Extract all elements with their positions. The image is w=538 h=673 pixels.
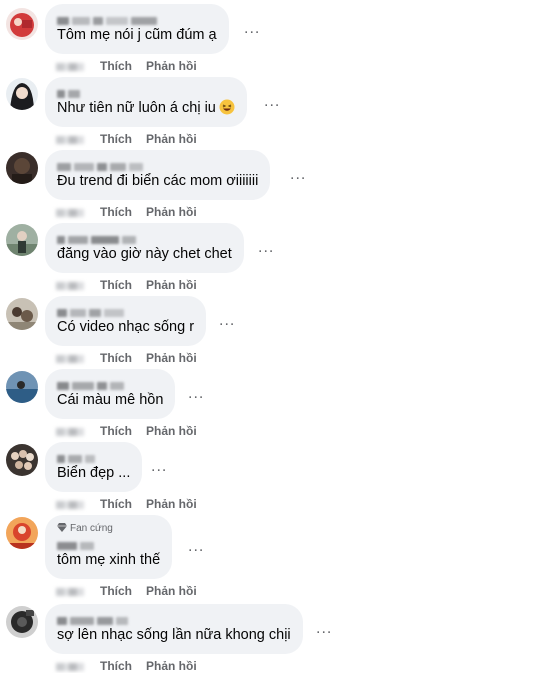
comment-text: Biển đẹp ... xyxy=(57,465,131,481)
commenter-name-redacted xyxy=(57,231,232,245)
commenter-name-redacted xyxy=(57,612,291,626)
more-options-icon[interactable]: ... xyxy=(316,621,332,637)
timestamp-redacted xyxy=(56,208,84,217)
timestamp-redacted xyxy=(56,281,84,290)
like-button[interactable]: Thích xyxy=(100,351,132,365)
comment-text: Đu trend đi biển các mom ơiiiiiii xyxy=(57,173,259,189)
comment-text: sợ lên nhạc sống lần nữa khong chịi xyxy=(57,627,291,643)
comment-bubble: sợ lên nhạc sống lần nữa khong chịi xyxy=(45,604,303,654)
comment-text-content: Như tiên nữ luôn á chị iu xyxy=(57,100,216,116)
like-button[interactable]: Thích xyxy=(100,497,132,511)
reply-button[interactable]: Phản hồi xyxy=(146,497,197,511)
diamond-icon xyxy=(57,523,67,532)
comment-actions: Thích Phản hồi xyxy=(56,424,197,438)
commenter-name-redacted xyxy=(57,85,235,99)
comment-bubble: Biển đẹp ... xyxy=(45,442,143,492)
comment-text: đăng vào giờ này chet chet xyxy=(57,246,232,262)
avatar[interactable] xyxy=(6,224,38,256)
commenter-name-redacted xyxy=(57,158,258,172)
top-fan-badge: Fan cứng xyxy=(57,523,160,535)
reply-button[interactable]: Phản hồi xyxy=(146,59,197,73)
more-options-icon[interactable]: ... xyxy=(151,459,167,475)
reply-button[interactable]: Phản hồi xyxy=(146,132,197,146)
comment-actions: Thích Phản hồi xyxy=(56,205,197,219)
more-options-icon[interactable]: ... xyxy=(188,539,204,555)
avatar[interactable] xyxy=(6,78,38,110)
comment-bubble: Tôm mẹ nói j cũm đúm ạ xyxy=(45,4,229,54)
comment-actions: Thích Phản hồi xyxy=(56,132,197,146)
more-options-icon[interactable]: ... xyxy=(244,21,260,37)
like-button[interactable]: Thích xyxy=(100,584,132,598)
comment-bubble: Như tiên nữ luôn á chị iu xyxy=(45,77,247,127)
comment-text: tôm mẹ xinh thế xyxy=(57,552,161,568)
commenter-name-redacted xyxy=(57,12,217,26)
more-options-icon[interactable]: ... xyxy=(290,167,306,183)
comment-actions: Thích Phản hồi xyxy=(56,59,197,73)
reply-button[interactable]: Phản hồi xyxy=(146,659,197,673)
more-options-icon[interactable]: ... xyxy=(219,313,235,329)
comment-bubble: Cái màu mê hồn xyxy=(45,369,176,419)
timestamp-redacted xyxy=(56,135,84,144)
commenter-name-redacted xyxy=(57,450,130,464)
more-options-icon[interactable]: ... xyxy=(258,240,274,256)
comment-actions: Thích Phản hồi xyxy=(56,278,197,292)
badge-label: Fan cứng xyxy=(70,523,113,534)
avatar[interactable] xyxy=(6,606,38,638)
reply-button[interactable]: Phản hồi xyxy=(146,351,197,365)
reply-button[interactable]: Phản hồi xyxy=(146,278,197,292)
timestamp-redacted xyxy=(56,62,84,71)
comment-bubble: Fan cứng tôm mẹ xinh thế xyxy=(45,515,173,579)
comment-actions: Thích Phản hồi xyxy=(56,659,197,673)
reply-button[interactable]: Phản hồi xyxy=(146,205,197,219)
comment-text: Như tiên nữ luôn á chị iu xyxy=(57,99,235,118)
commenter-name-redacted xyxy=(57,537,160,551)
comment-bubble: Đu trend đi biển các mom ơiiiiiii xyxy=(45,150,271,200)
timestamp-redacted xyxy=(56,587,84,596)
avatar[interactable] xyxy=(6,298,38,330)
avatar[interactable] xyxy=(6,152,38,184)
like-button[interactable]: Thích xyxy=(100,278,132,292)
comment-bubble: đăng vào giờ này chet chet xyxy=(45,223,244,273)
timestamp-redacted xyxy=(56,662,84,671)
avatar[interactable] xyxy=(6,444,38,476)
like-button[interactable]: Thích xyxy=(100,659,132,673)
like-button[interactable]: Thích xyxy=(100,424,132,438)
comment-text: Có video nhạc sống r xyxy=(57,319,195,335)
avatar[interactable] xyxy=(6,517,38,549)
avatar[interactable] xyxy=(6,8,38,40)
comment-actions: Thích Phản hồi xyxy=(56,584,197,598)
reply-button[interactable]: Phản hồi xyxy=(146,584,197,598)
avatar[interactable] xyxy=(6,371,38,403)
commenter-name-redacted xyxy=(57,304,194,318)
reply-button[interactable]: Phản hồi xyxy=(146,424,197,438)
laughing-emoji-icon xyxy=(219,99,235,115)
like-button[interactable]: Thích xyxy=(100,205,132,219)
more-options-icon[interactable]: ... xyxy=(188,386,204,402)
like-button[interactable]: Thích xyxy=(100,132,132,146)
timestamp-redacted xyxy=(56,500,84,509)
comment-actions: Thích Phản hồi xyxy=(56,351,197,365)
like-button[interactable]: Thích xyxy=(100,59,132,73)
more-options-icon[interactable]: ... xyxy=(264,94,280,110)
timestamp-redacted xyxy=(56,354,84,363)
comment-actions: Thích Phản hồi xyxy=(56,497,197,511)
timestamp-redacted xyxy=(56,427,84,436)
comment-text: Tôm mẹ nói j cũm đúm ạ xyxy=(57,27,217,43)
comment-text: Cái màu mê hồn xyxy=(57,392,164,408)
commenter-name-redacted xyxy=(57,377,163,391)
comment-bubble: Có video nhạc sống r xyxy=(45,296,207,346)
